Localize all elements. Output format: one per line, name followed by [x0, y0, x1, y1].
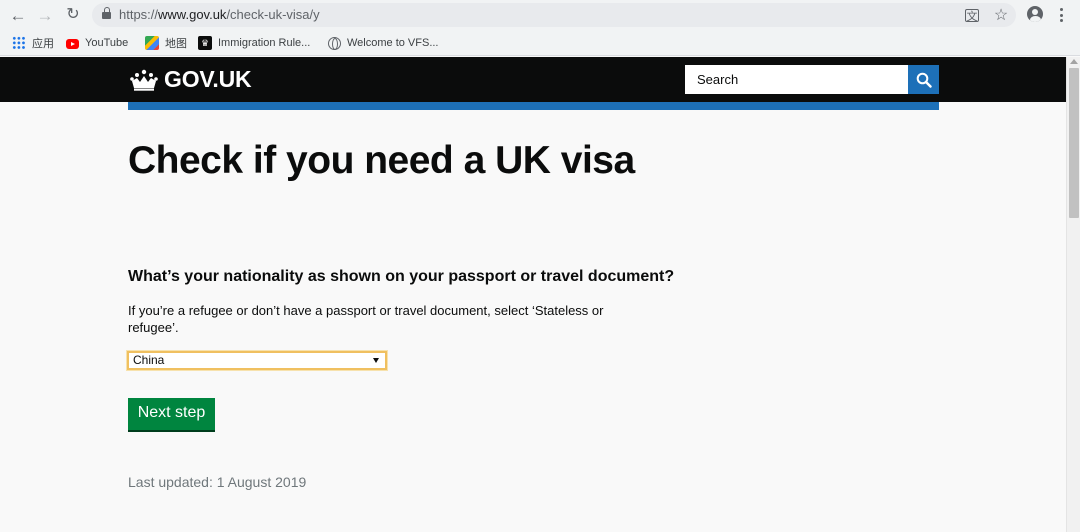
nationality-selected-value: China — [133, 353, 165, 367]
last-updated: Last updated: 1 August 2019 — [128, 474, 307, 490]
bookmark-immigration-rules[interactable]: ♛ Immigration Rule... — [198, 35, 310, 51]
logo-text: GOV.UK — [164, 66, 252, 92]
bookmark-vfs[interactable]: Welcome to VFS... — [328, 35, 439, 51]
search-button[interactable] — [908, 65, 939, 94]
apps-grid-icon — [12, 36, 26, 50]
govuk-logo[interactable]: GOV.UK — [129, 66, 252, 93]
nationality-select[interactable]: China — [127, 351, 387, 370]
bookmark-label: 应用 — [32, 38, 54, 50]
page-title: Check if you need a UK visa — [128, 139, 635, 182]
globe-icon — [328, 36, 341, 50]
bookmark-apps[interactable]: 应用 — [12, 35, 54, 51]
forward-arrow-icon[interactable]: → — [34, 4, 56, 26]
search-input[interactable]: Search — [685, 65, 908, 94]
govuk-header: GOV.UK Search — [0, 57, 1066, 102]
govuk-crown-icon: ♛ — [198, 36, 212, 50]
browser-menu-icon[interactable] — [1057, 6, 1067, 24]
dropdown-arrow-icon — [373, 358, 379, 363]
profile-avatar-icon[interactable] — [1027, 6, 1043, 22]
lock-icon — [102, 7, 111, 20]
next-step-button[interactable]: Next step — [128, 398, 215, 430]
page-viewport: GOV.UK Search Check if you need a UK vis… — [0, 57, 1080, 532]
nationality-hint: If you’re a refugee or don’t have a pass… — [128, 303, 604, 335]
scroll-up-arrow-icon[interactable] — [1070, 59, 1078, 64]
page-scrollbar[interactable] — [1066, 57, 1080, 532]
bookmark-label: YouTube — [85, 37, 129, 49]
nationality-question: What’s your nationality as shown on your… — [128, 268, 675, 285]
bookmark-label: 地图 — [165, 38, 187, 50]
browser-toolbar: ← → ↻ https://www.gov.uk/check-uk-visa/y… — [0, 0, 1080, 30]
url-path: /check-uk-visa/y — [226, 7, 320, 22]
youtube-icon — [66, 39, 79, 49]
back-arrow-icon[interactable]: ← — [7, 4, 29, 26]
scrollbar-thumb[interactable] — [1069, 68, 1079, 218]
url-text: https://www.gov.uk/check-uk-visa/y — [119, 7, 320, 22]
bookmark-maps[interactable]: 地图 — [145, 35, 187, 51]
bookmark-star-icon[interactable]: ☆ — [992, 7, 1010, 24]
bookmark-youtube[interactable]: YouTube — [66, 35, 128, 51]
maps-icon — [145, 36, 159, 50]
translate-icon[interactable]: 文 — [965, 9, 979, 23]
address-bar[interactable]: https://www.gov.uk/check-uk-visa/y 文 ☆ — [92, 3, 1016, 27]
bookmarks-bar: 应用 YouTube 地图 ♛ Immigration Rule... Welc… — [0, 30, 1080, 56]
bookmark-label: Welcome to VFS... — [347, 37, 439, 49]
url-host: www.gov.uk — [158, 7, 227, 22]
crown-icon — [130, 69, 158, 91]
bookmark-label: Immigration Rule... — [218, 37, 311, 49]
search-icon — [916, 72, 932, 88]
header-accent-bar — [128, 102, 939, 110]
url-prefix: https:// — [119, 7, 159, 22]
reload-icon[interactable]: ↻ — [62, 4, 84, 26]
